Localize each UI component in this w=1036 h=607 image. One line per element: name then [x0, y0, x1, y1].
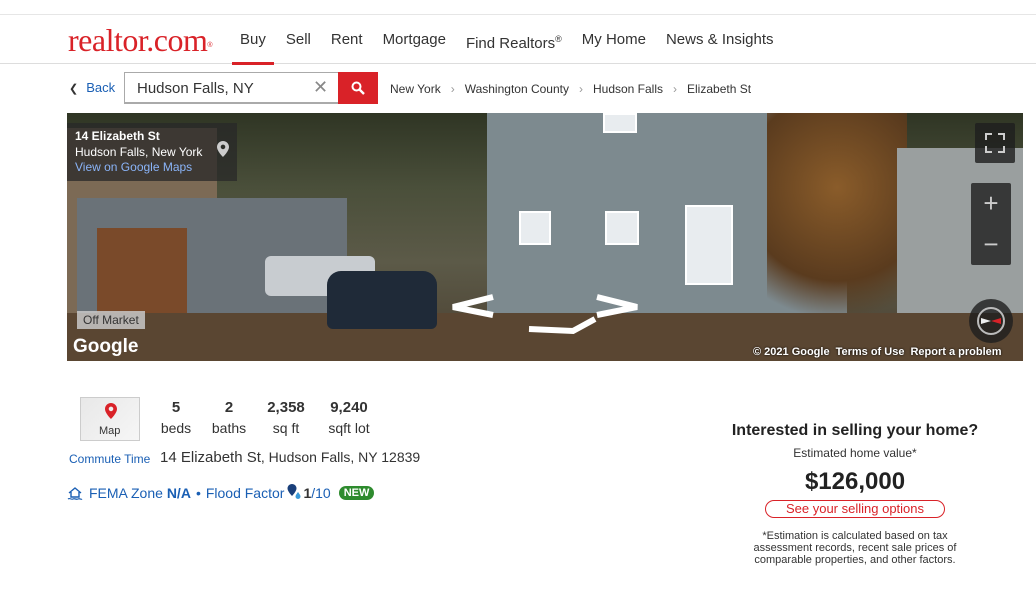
nav-news-insights[interactable]: News & Insights	[656, 15, 784, 64]
scene-garage-door	[97, 228, 187, 313]
selling-subtitle: Estimated home value*	[793, 446, 917, 460]
compass-control[interactable]	[969, 299, 1013, 343]
search-button[interactable]	[338, 72, 378, 104]
bullet-separator: •	[195, 485, 201, 501]
address-street: 14 Elizabeth St	[160, 449, 261, 466]
scene-car-dark	[327, 271, 437, 329]
map-thumbnail[interactable]: Map	[80, 397, 140, 441]
nav-find-realtors-label: Find Realtors	[465, 35, 556, 52]
estimation-note: *Estimation is calculated based on tax a…	[753, 530, 957, 566]
lot-label: sqft lot	[328, 420, 370, 436]
map-pin-icon	[105, 403, 117, 419]
flood-house-icon	[67, 487, 83, 500]
zoom-control: + −	[971, 183, 1011, 265]
flood-info: FEMA Zone N/A • Flood Factor 1/10 NEW	[67, 484, 375, 502]
commute-time-link[interactable]: Commute Time	[69, 452, 150, 466]
scene-window	[519, 211, 551, 245]
zoom-out-button[interactable]: −	[971, 224, 1011, 264]
compass-icon	[977, 307, 1005, 335]
site-header: realtor.com® Buy Sell Rent Mortgage Find…	[0, 15, 1036, 65]
google-logo: Google	[73, 336, 139, 357]
nav-my-home[interactable]: My Home	[572, 15, 656, 64]
fullscreen-button[interactable]	[975, 123, 1015, 163]
back-link[interactable]: ❮ Back	[69, 80, 115, 95]
lot-stat: 9,240 sqft lot	[324, 399, 374, 436]
street-view-footer: © 2021 Google Terms of Use Report a prob…	[747, 346, 1002, 361]
flood-factor-value: 1	[303, 485, 312, 501]
scene-window	[605, 211, 639, 245]
beds-stat: 5 beds	[160, 399, 192, 436]
status-badge: Off Market	[77, 311, 145, 329]
map-label: Map	[99, 425, 121, 437]
selling-panel: Interested in selling your home? Estimat…	[720, 422, 990, 566]
baths-label: baths	[211, 420, 247, 436]
chevron-right-icon: ›	[450, 82, 455, 96]
lot-value: 9,240	[330, 399, 368, 416]
chevron-left-icon: ❮	[69, 83, 79, 95]
new-badge: NEW	[338, 486, 375, 500]
terms-link[interactable]: Terms of Use	[836, 346, 905, 361]
location-city: Hudson Falls, New York	[75, 145, 203, 159]
flood-factor-total: /10	[311, 485, 331, 501]
selling-options-button[interactable]: See your selling options	[765, 500, 945, 518]
registered-mark: ®	[555, 34, 562, 44]
google-maps-link[interactable]: View on Google Maps	[75, 160, 229, 174]
street-view-nav-arrows[interactable]	[445, 293, 645, 335]
chevron-right-icon: ›	[673, 82, 678, 96]
estimated-value: $126,000	[804, 468, 906, 495]
baths-value: 2	[224, 399, 234, 416]
location-street: 14 Elizabeth St	[75, 129, 160, 143]
scene-door	[685, 205, 733, 285]
beds-label: beds	[160, 420, 192, 436]
flood-factor-link[interactable]: Flood Factor	[206, 485, 285, 501]
back-label: Back	[86, 80, 116, 95]
close-icon[interactable]: ✕	[313, 77, 328, 98]
map-pin-icon	[217, 141, 229, 157]
search-box: ✕	[124, 72, 338, 104]
selling-title: Interested in selling your home?	[731, 422, 979, 439]
beds-value: 5	[171, 399, 181, 416]
fema-zone-link[interactable]: FEMA Zone N/A	[89, 485, 191, 501]
sqft-stat: 2,358 sq ft	[262, 399, 310, 436]
breadcrumb-state[interactable]: New York	[390, 82, 441, 96]
fema-value: N/A	[166, 485, 191, 501]
search-input[interactable]	[137, 80, 307, 97]
zoom-in-button[interactable]: +	[971, 183, 1011, 223]
baths-stat: 2 baths	[209, 399, 249, 436]
main-nav: Buy Sell Rent Mortgage Find Realtors® My…	[230, 15, 784, 65]
realtor-logo[interactable]: realtor.com®	[68, 24, 212, 56]
chevron-right-icon: ›	[578, 82, 583, 96]
report-problem-link[interactable]: Report a problem	[910, 346, 1001, 361]
flood-factor-icon	[287, 484, 301, 499]
copyright-text: © 2021 Google	[753, 346, 830, 358]
nav-rent[interactable]: Rent	[321, 15, 373, 64]
nav-mortgage[interactable]: Mortgage	[373, 15, 456, 64]
property-address: 14 Elizabeth St, Hudson Falls, NY 12839	[160, 449, 420, 466]
location-card: 14 Elizabeth St Hudson Falls, New York V…	[67, 123, 237, 181]
fullscreen-icon	[985, 133, 1005, 153]
breadcrumb-street[interactable]: Elizabeth St	[687, 82, 751, 96]
nav-buy[interactable]: Buy	[230, 15, 276, 65]
sqft-label: sq ft	[272, 420, 300, 436]
scene-window	[603, 113, 637, 133]
street-view-panorama[interactable]: 14 Elizabeth St Hudson Falls, New York V…	[67, 113, 1023, 361]
sqft-value: 2,358	[267, 399, 305, 416]
search-icon	[351, 81, 365, 95]
address-city: , Hudson Falls, NY 12839	[260, 449, 421, 465]
breadcrumb-county[interactable]: Washington County	[465, 82, 569, 96]
nav-find-realtors[interactable]: Find Realtors®	[456, 15, 572, 64]
fema-label: FEMA Zone	[89, 485, 163, 501]
breadcrumb: New York › Washington County › Hudson Fa…	[390, 82, 761, 96]
nav-sell[interactable]: Sell	[276, 15, 321, 64]
breadcrumb-city[interactable]: Hudson Falls	[593, 82, 663, 96]
